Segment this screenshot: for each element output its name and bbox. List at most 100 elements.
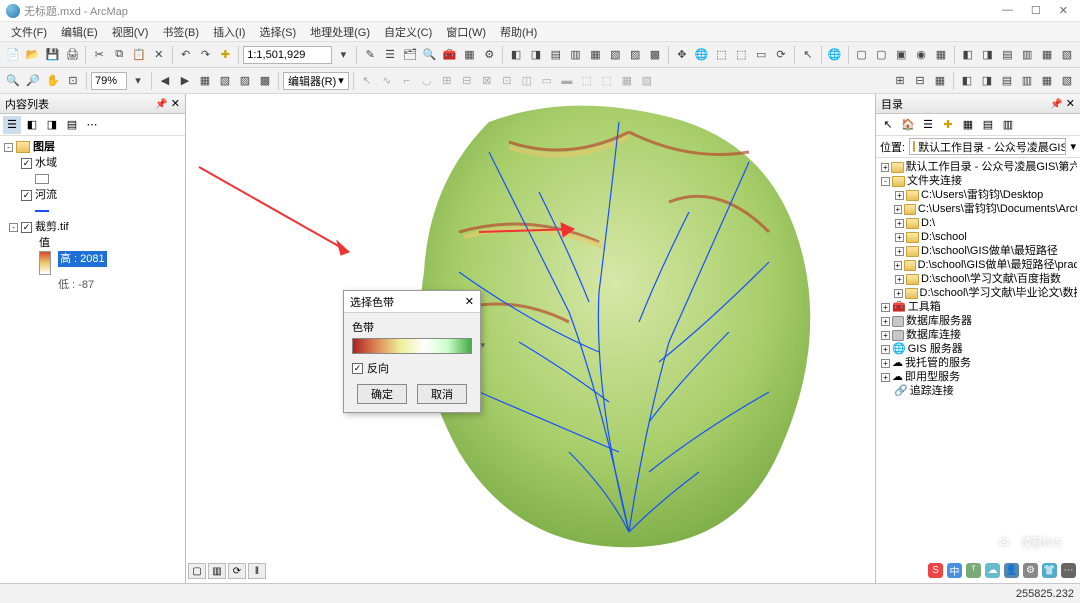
pause-draw-button[interactable]: ‖ bbox=[248, 563, 266, 579]
minimize-button[interactable]: — bbox=[1002, 4, 1013, 17]
tb2-r7[interactable]: ▥ bbox=[1018, 72, 1036, 90]
layer-water[interactable]: 水域 bbox=[35, 155, 57, 171]
tb-l1[interactable]: ▢ bbox=[853, 46, 871, 64]
color-ramp-swatch[interactable] bbox=[39, 251, 51, 275]
expander-icon[interactable]: + bbox=[881, 373, 890, 382]
tb-m5[interactable]: ▦ bbox=[1038, 46, 1056, 64]
pin-icon[interactable]: 📌 bbox=[155, 99, 167, 110]
expander-icon[interactable]: + bbox=[894, 205, 902, 214]
pin-icon[interactable]: 📌 bbox=[1050, 99, 1062, 110]
tb2-e13[interactable]: ▦ bbox=[618, 72, 636, 90]
location-dropdown[interactable]: ▾ bbox=[1070, 140, 1076, 153]
map-view[interactable]: 选择色带 ✕ 色带 ✓ 反向 确定 取消 ▢ ▥ ⟳ ‖ bbox=[186, 94, 876, 583]
layer-river[interactable]: 河流 bbox=[35, 187, 57, 203]
maximize-button[interactable]: ☐ bbox=[1031, 4, 1041, 17]
location-input[interactable]: 默认工作目录 - 公众号凌晨GIS\第六 bbox=[909, 138, 1066, 155]
catalog-item[interactable]: +默认工作目录 - 公众号凌晨GIS\第六期 bbox=[879, 160, 1077, 174]
refresh-view-button[interactable]: ⟳ bbox=[228, 563, 246, 579]
tray-icon-7[interactable]: 👕 bbox=[1042, 563, 1057, 578]
cat-connect-folder-icon[interactable]: ✚ bbox=[939, 116, 957, 134]
raster-high-value[interactable]: 高 : 2081 bbox=[58, 251, 107, 267]
cat-home-icon[interactable]: 🏠 bbox=[899, 116, 917, 134]
tb2-e10[interactable]: ▬ bbox=[558, 72, 576, 90]
tb-d[interactable]: ▥ bbox=[567, 46, 585, 64]
dialog-close-icon[interactable]: ✕ bbox=[465, 295, 474, 308]
ok-button[interactable]: 确定 bbox=[357, 384, 407, 404]
catalog-item[interactable]: 🔗追踪连接 bbox=[879, 384, 1077, 398]
back-extent-button[interactable]: ◀ bbox=[156, 72, 174, 90]
editor-toolbar-button[interactable]: ✎ bbox=[361, 46, 379, 64]
color-ramp-dropdown[interactable] bbox=[352, 338, 472, 354]
tb-k[interactable]: ▭ bbox=[752, 46, 770, 64]
cancel-button[interactable]: 取消 bbox=[417, 384, 467, 404]
tb2-e1[interactable]: ∿ bbox=[378, 72, 396, 90]
tb-j[interactable]: ⬚ bbox=[732, 46, 750, 64]
symbol-swatch[interactable] bbox=[35, 174, 49, 184]
expander-icon[interactable]: + bbox=[895, 275, 904, 284]
delete-button[interactable]: ✕ bbox=[150, 46, 168, 64]
tb-l2[interactable]: ▢ bbox=[872, 46, 890, 64]
add-data-button[interactable]: ✚ bbox=[216, 46, 234, 64]
pct-dropdown[interactable]: ▾ bbox=[129, 72, 147, 90]
catalog-item[interactable]: +D:\school\GIS做单\最短路径 bbox=[879, 244, 1077, 258]
cut-button[interactable]: ✂ bbox=[90, 46, 108, 64]
tb2-r3[interactable]: ▦ bbox=[931, 72, 949, 90]
select-arrow-icon[interactable]: ↖ bbox=[799, 46, 817, 64]
pan-button[interactable]: ✋ bbox=[44, 72, 62, 90]
tb2-r2[interactable]: ⊟ bbox=[911, 72, 929, 90]
cat-a[interactable]: ▤ bbox=[979, 116, 997, 134]
catalog-item[interactable]: +D:\school\学习文献\毕业论文\数据 bbox=[879, 286, 1077, 300]
tb2-e12[interactable]: ⬚ bbox=[598, 72, 616, 90]
tray-icon-3[interactable]: ᵀ bbox=[966, 563, 981, 578]
tray-icon-8[interactable]: ⋯ bbox=[1061, 563, 1076, 578]
list-by-draw-icon[interactable]: ☰ bbox=[3, 116, 21, 134]
tb-m2[interactable]: ◨ bbox=[979, 46, 997, 64]
tb2-e6[interactable]: ⊠ bbox=[478, 72, 496, 90]
paste-button[interactable]: 📋 bbox=[130, 46, 148, 64]
new-button[interactable]: 📄 bbox=[4, 46, 22, 64]
menu-file[interactable]: 文件(F) bbox=[5, 22, 53, 42]
tb2-e5[interactable]: ⊟ bbox=[458, 72, 476, 90]
menu-view[interactable]: 视图(V) bbox=[106, 22, 155, 42]
tray-sogou-icon[interactable]: S bbox=[928, 563, 943, 578]
edit-tool-icon[interactable]: ↖ bbox=[358, 72, 376, 90]
layer-checkbox[interactable]: ✓ bbox=[21, 222, 32, 233]
tb-l3[interactable]: ▣ bbox=[892, 46, 910, 64]
fwd-extent-button[interactable]: ▶ bbox=[176, 72, 194, 90]
cat-up-icon[interactable]: ↖ bbox=[879, 116, 897, 134]
layer-raster[interactable]: 裁剪.tif bbox=[35, 219, 69, 235]
menu-geoprocessing[interactable]: 地理处理(G) bbox=[304, 22, 376, 42]
expander-icon[interactable]: + bbox=[894, 289, 903, 298]
catalog-button[interactable]: 🗂 bbox=[401, 46, 419, 64]
tb2-r9[interactable]: ▧ bbox=[1058, 72, 1076, 90]
tb-l5[interactable]: ▦ bbox=[932, 46, 950, 64]
copy-button[interactable]: ⧉ bbox=[110, 46, 128, 64]
expander-icon[interactable]: - bbox=[9, 223, 18, 232]
catalog-item[interactable]: +🧰工具箱 bbox=[879, 300, 1077, 314]
tb-c[interactable]: ▤ bbox=[547, 46, 565, 64]
catalog-item[interactable]: +数据库服务器 bbox=[879, 314, 1077, 328]
tray-icon-6[interactable]: ⚙ bbox=[1023, 563, 1038, 578]
refresh-button[interactable]: ⟳ bbox=[772, 46, 790, 64]
toc-button[interactable]: ☰ bbox=[381, 46, 399, 64]
expander-icon[interactable]: - bbox=[4, 143, 13, 152]
expander-icon[interactable]: + bbox=[881, 345, 890, 354]
tb-b[interactable]: ◨ bbox=[527, 46, 545, 64]
tb2-r1[interactable]: ⊞ bbox=[891, 72, 909, 90]
expander-icon[interactable]: + bbox=[881, 303, 890, 312]
list-by-visibility-icon[interactable]: ◨ bbox=[43, 116, 61, 134]
catalog-item[interactable]: +C:\Users\雷钧钧\Desktop bbox=[879, 188, 1077, 202]
tb-m4[interactable]: ▥ bbox=[1018, 46, 1036, 64]
tb2-e9[interactable]: ▭ bbox=[538, 72, 556, 90]
tb2-b[interactable]: ▧ bbox=[216, 72, 234, 90]
catalog-item[interactable]: +☁即用型服务 bbox=[879, 370, 1077, 384]
cat-b[interactable]: ▥ bbox=[999, 116, 1017, 134]
expander-icon[interactable]: + bbox=[895, 219, 904, 228]
print-button[interactable]: 🖨 bbox=[64, 46, 82, 64]
menu-window[interactable]: 窗口(W) bbox=[440, 22, 492, 42]
list-by-source-icon[interactable]: ◧ bbox=[23, 116, 41, 134]
tb-g[interactable]: ▨ bbox=[626, 46, 644, 64]
tb2-e4[interactable]: ⊞ bbox=[438, 72, 456, 90]
zoom-pct[interactable]: 79% bbox=[91, 72, 127, 90]
menu-selection[interactable]: 选择(S) bbox=[253, 22, 302, 42]
